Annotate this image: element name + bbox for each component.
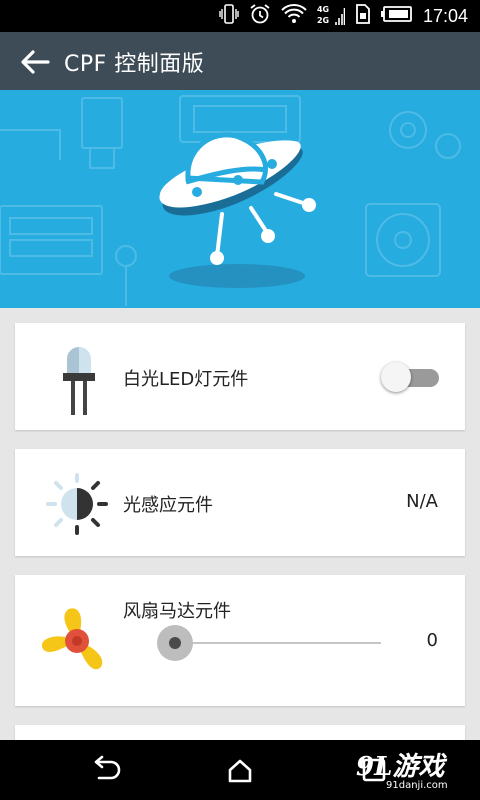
toggle-thumb <box>381 362 411 392</box>
home-nav-icon[interactable] <box>220 752 260 788</box>
back-nav-icon[interactable] <box>86 752 126 788</box>
status-bar: 4G 2G 17:04 <box>0 0 480 32</box>
app-bar: CPF 控制面版 <box>0 32 480 90</box>
slider-thumb[interactable] <box>157 625 193 661</box>
component-label-light-sensor: 光感应元件 <box>123 495 213 516</box>
wifi-icon <box>281 3 307 30</box>
vibrate-icon <box>219 3 239 30</box>
signal-icon: 4G 2G <box>317 4 345 28</box>
light-sensor-value: N/A <box>406 491 438 512</box>
watermark-logo: 9L游戏 91danji.com <box>356 746 466 796</box>
alarm-icon <box>249 3 271 30</box>
watermark-url: 91danji.com <box>386 780 448 791</box>
light-sensor-icon <box>45 473 109 535</box>
hero-banner <box>0 90 480 308</box>
arrow-back-icon[interactable] <box>18 48 52 76</box>
component-card-light-sensor: 光感应元件 N/A <box>15 449 465 556</box>
network-label-2g: 2G <box>316 16 330 25</box>
led-icon <box>57 343 101 417</box>
component-card-led: 白光LED灯元件 <box>15 323 465 430</box>
page-title: CPF 控制面版 <box>64 52 205 77</box>
fan-icon <box>39 605 115 677</box>
component-card-fan-motor: 风扇马达元件 0 <box>15 575 465 706</box>
hero-illustration <box>0 95 461 306</box>
network-label-4g: 4G <box>316 5 330 14</box>
led-toggle-switch[interactable] <box>381 362 439 392</box>
watermark-brand: 9L游戏 <box>356 752 445 782</box>
ufo-icon <box>159 132 316 288</box>
fan-speed-value: 0 <box>426 630 438 651</box>
component-label-fan-motor: 风扇马达元件 <box>123 601 231 622</box>
component-label-led: 白光LED灯元件 <box>123 369 249 390</box>
navigation-bar: 9L游戏 91danji.com <box>0 740 480 800</box>
clock: 17:04 <box>422 5 468 26</box>
fan-speed-slider[interactable] <box>157 625 381 661</box>
battery-icon <box>380 5 413 28</box>
sim-icon <box>355 3 371 30</box>
